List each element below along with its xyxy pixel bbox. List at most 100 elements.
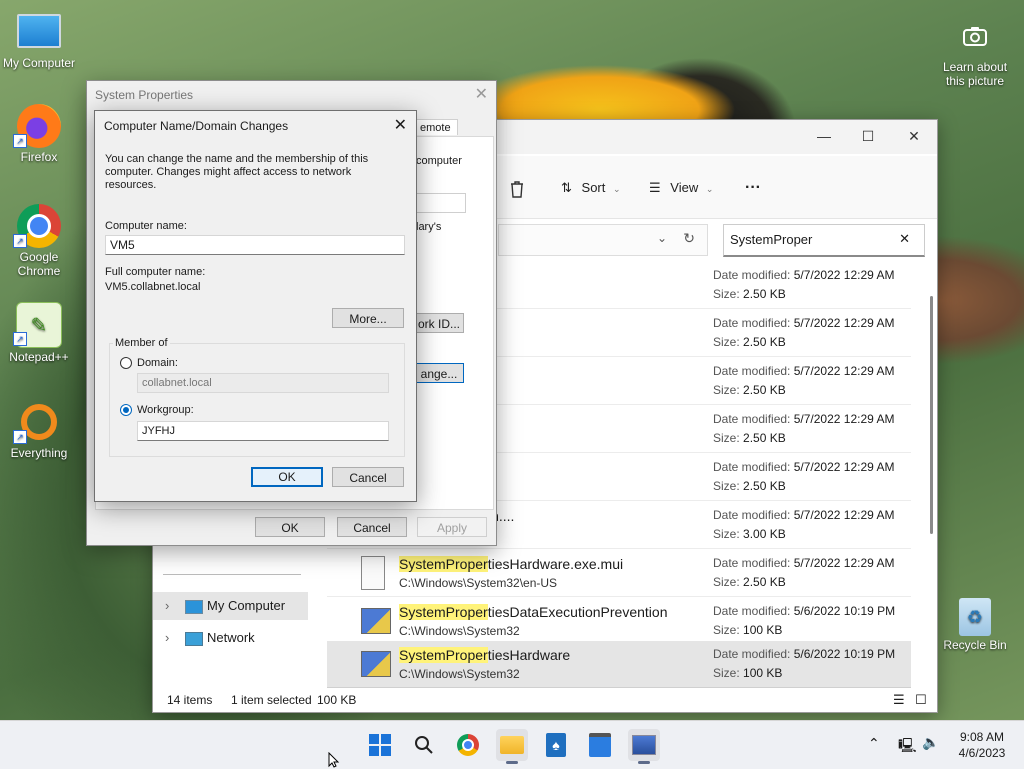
date-modified: Date modified: 5/7/2022 12:29 AM (713, 364, 894, 378)
desktop-icon-everything[interactable]: ↗ Everything (1, 400, 77, 460)
dialog-title: System Properties (95, 88, 194, 102)
cancel-button[interactable]: Cancel (332, 467, 404, 487)
file-size-value: 2.50 KB (743, 383, 786, 397)
sysprop-cancel-button[interactable]: Cancel (337, 517, 407, 537)
date-modified: Date modified: 5/7/2022 12:29 AM (713, 508, 894, 522)
refresh-icon[interactable]: ↻ (683, 230, 695, 247)
sort-label: Sort (581, 180, 606, 195)
sysprop-apply-button[interactable]: Apply (417, 517, 487, 537)
nav-item-label: My Computer (207, 598, 286, 613)
file-size-value: 2.50 KB (743, 431, 786, 445)
details-view-icon[interactable]: ☰ (893, 688, 905, 712)
date-modified: Date modified: 5/6/2022 10:19 PM (713, 604, 895, 618)
more-button[interactable]: More... (332, 308, 404, 328)
selected-count: 1 item selected (231, 693, 312, 707)
date-modified-value: 5/6/2022 10:19 PM (793, 647, 896, 661)
address-bar[interactable]: ⌄ ↻ (498, 224, 708, 256)
workgroup-input[interactable]: JYFHJ (137, 421, 389, 441)
file-size: Size: 2.50 KB (713, 575, 786, 589)
date-modified-value: 5/7/2022 12:29 AM (793, 364, 895, 378)
sort-button[interactable]: ⇅ Sort ⌄ (561, 176, 621, 200)
desktop-icon-my-computer[interactable]: My Computer (1, 10, 77, 70)
nav-item-my-computer[interactable]: › My Computer (153, 592, 308, 620)
file-size-label: Size: (713, 623, 740, 637)
chevron-up-icon[interactable]: ⌃ (868, 735, 880, 752)
file-path: C:\Windows\System32 (399, 624, 520, 638)
folder-icon (500, 736, 524, 754)
date-modified: Date modified: 5/7/2022 12:29 AM (713, 556, 894, 570)
date-modified-value: 5/7/2022 12:29 AM (793, 316, 895, 330)
computer-name-dialog: Computer Name/Domain Changes ✕ You can c… (94, 110, 417, 502)
desktop-icon-label: Everything (10, 446, 68, 460)
domain-input[interactable]: collabnet.local (137, 373, 389, 393)
chevron-down-icon: ⌄ (656, 231, 667, 245)
full-name-value: VM5.collabnet.local (105, 281, 201, 293)
nav-item-network[interactable]: › Network (153, 624, 308, 652)
close-button[interactable]: ✕ (891, 120, 937, 152)
tab-remote[interactable]: emote (415, 119, 458, 135)
view-label: View (670, 180, 699, 195)
chrome-taskbar-button[interactable] (452, 729, 484, 761)
search-button[interactable] (408, 729, 440, 761)
store-icon (589, 733, 611, 757)
date-modified-value: 5/7/2022 12:29 AM (793, 460, 895, 474)
nav-pane: › My Computer › Network (153, 540, 323, 690)
desktop-icon-chrome[interactable]: ↗ Google Chrome (1, 204, 77, 278)
file-name: SystemPropertiesHardware.exe.mui (399, 556, 623, 572)
list-item[interactable]: SystemPropertiesDataExecutionPrevention C… (327, 598, 911, 645)
date-modified: Date modified: 5/7/2022 12:29 AM (713, 316, 894, 330)
date-modified-value: 5/6/2022 10:19 PM (793, 604, 896, 618)
clear-search-icon[interactable]: ✕ (899, 231, 910, 247)
workgroup-radio[interactable] (120, 404, 132, 416)
date-modified-label: Date modified: (713, 316, 791, 330)
file-explorer-taskbar-button[interactable] (496, 729, 528, 764)
camera-icon (953, 14, 997, 58)
date-modified-label: Date modified: (713, 508, 791, 522)
member-of-label: Member of (113, 337, 170, 349)
chevron-down-icon: ⌄ (613, 184, 621, 194)
search-highlight: SystemProper (399, 556, 488, 572)
file-size-label: Size: (713, 479, 740, 493)
solitaire-taskbar-button[interactable]: ♠ (540, 729, 572, 761)
scrollbar[interactable] (930, 296, 933, 534)
desktop-icon-notepadpp[interactable]: ✎ ↗ Notepad++ (1, 302, 77, 364)
close-icon[interactable]: ✕ (394, 115, 407, 135)
domain-radio[interactable] (120, 357, 132, 369)
tiles-view-icon[interactable]: ☐ (915, 688, 927, 712)
view-button[interactable]: ☰ View ⌄ (649, 176, 713, 200)
cards-icon: ♠ (546, 733, 566, 757)
file-size: Size: 3.00 KB (713, 527, 786, 541)
chrome-icon (457, 734, 479, 756)
change-button[interactable]: ange... (414, 363, 464, 383)
close-icon[interactable]: ✕ (475, 84, 488, 104)
maximize-button[interactable]: ☐ (845, 120, 891, 152)
file-size-value: 2.50 KB (743, 287, 786, 301)
computer-icon (185, 600, 203, 614)
desktop-icon-firefox[interactable]: ↗ Firefox (1, 104, 77, 164)
list-item[interactable]: SystemPropertiesHardware C:\Windows\Syste… (327, 641, 911, 688)
system-properties-taskbar-button[interactable] (628, 729, 660, 764)
desktop-icon-recycle-bin[interactable]: ♻ Recycle Bin (937, 598, 1013, 652)
learn-about-picture[interactable]: Learn about this picture (936, 14, 1014, 88)
start-button[interactable] (364, 729, 396, 761)
clock[interactable]: 9:08 AM 4/6/2023 (952, 729, 1012, 761)
list-item[interactable]: SystemPropertiesHardware.exe.mui C:\Windo… (327, 550, 911, 597)
store-taskbar-button[interactable] (584, 729, 616, 761)
delete-button[interactable] (509, 176, 525, 200)
shortcut-arrow-icon: ↗ (13, 134, 27, 148)
network-id-button[interactable]: ork ID... (414, 313, 464, 333)
volume-icon[interactable]: 🔈 (922, 734, 939, 751)
network-status-icon[interactable]: 🖳 (898, 735, 917, 759)
monitor-icon (17, 14, 61, 48)
ok-button[interactable]: OK (251, 467, 323, 487)
status-bar: 14 items 1 item selected 100 KB ☰ ☐ (153, 688, 937, 712)
sysprop-ok-button[interactable]: OK (255, 517, 325, 537)
clock-date: 4/6/2023 (958, 746, 1006, 760)
file-name-rest: tiesDataExecutionPrevention (487, 604, 668, 620)
date-modified-label: Date modified: (713, 556, 791, 570)
search-input[interactable]: SystemProper ✕ (723, 224, 925, 257)
minimize-button[interactable]: — (801, 120, 847, 152)
file-size-value: 100 KB (743, 623, 783, 637)
computer-name-input[interactable]: VM5 (105, 235, 405, 255)
more-options-button[interactable]: ··· (745, 176, 761, 200)
